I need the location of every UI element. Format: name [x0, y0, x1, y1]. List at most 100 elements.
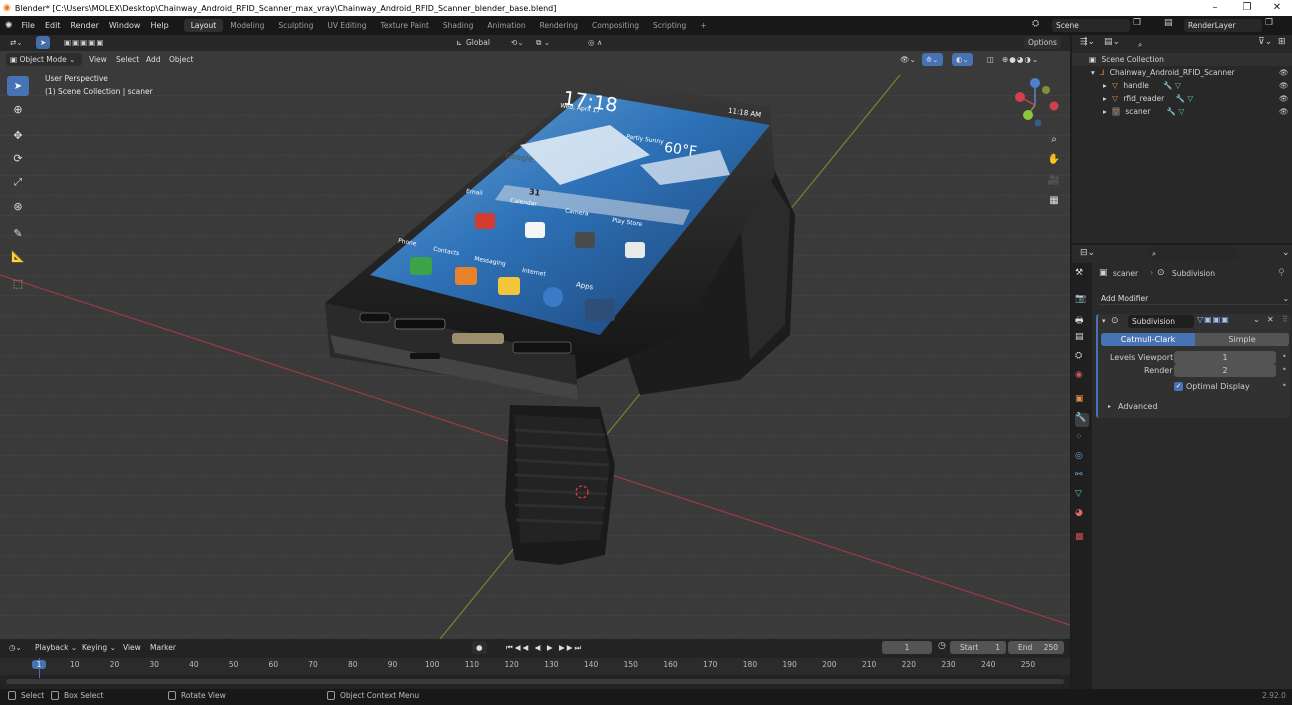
3d-viewport[interactable]: 17:18 11:18 AM Wed, April 17 Partly Sunn…: [0, 35, 1070, 639]
add-cube-tool[interactable]: ⬚: [7, 273, 29, 293]
proportional-edit-icon[interactable]: ◎ ∧: [584, 36, 606, 49]
tab-compositing[interactable]: Compositing: [585, 19, 646, 32]
minimize-button[interactable]: –: [1200, 0, 1230, 16]
menu-playback[interactable]: Playback ⌄: [31, 641, 81, 654]
modifier-toggles-icon[interactable]: ▽▣▣▣: [1197, 315, 1230, 324]
material-tab-icon[interactable]: ◕: [1075, 508, 1089, 522]
pin-icon[interactable]: ⚲: [1278, 268, 1285, 278]
new-scene-icon[interactable]: ❐: [1133, 18, 1141, 28]
scale-tool[interactable]: ⤢: [7, 172, 29, 192]
expand-chevron-icon[interactable]: ▸: [1103, 81, 1107, 90]
optimal-display-checkbox[interactable]: ✓: [1174, 382, 1183, 391]
hand-pan-icon[interactable]: ✋: [1044, 150, 1064, 170]
view-layer-selector[interactable]: RenderLayer: [1184, 19, 1262, 32]
new-collection-icon[interactable]: ⊞: [1278, 37, 1286, 47]
menu-file[interactable]: File: [17, 21, 40, 30]
drag-handle-icon[interactable]: ⠿: [1282, 315, 1288, 324]
visibility-icon[interactable]: 👁⌄: [896, 53, 920, 66]
view-layer-tab-icon[interactable]: ▤: [1075, 332, 1089, 346]
timeline-scrollbar[interactable]: [6, 679, 1064, 684]
menu-help[interactable]: Help: [145, 21, 173, 30]
clock-icon[interactable]: ◷: [938, 641, 946, 651]
menu-edit[interactable]: Edit: [40, 21, 66, 30]
editor-type-icon[interactable]: ⇄⌄: [6, 36, 27, 49]
render-tab-icon[interactable]: 📷: [1075, 294, 1089, 308]
visibility-eye-icon[interactable]: 👁: [1279, 66, 1289, 79]
output-tab-icon[interactable]: 🖶: [1075, 313, 1089, 327]
menu-view[interactable]: View: [85, 53, 111, 66]
modifier-name-input[interactable]: Subdivision: [1128, 315, 1194, 328]
tab-rendering[interactable]: Rendering: [533, 19, 585, 32]
render-layer-icon[interactable]: ▤: [1164, 18, 1173, 28]
keyframe-dot-icon[interactable]: •: [1282, 365, 1287, 374]
new-view-layer-icon[interactable]: ❐: [1265, 18, 1273, 28]
ortho-grid-icon[interactable]: ▦: [1044, 191, 1064, 211]
tab-uv-editing[interactable]: UV Editing: [320, 19, 373, 32]
menu-select[interactable]: Select: [112, 53, 143, 66]
measure-tool[interactable]: 📐: [7, 246, 29, 266]
restore-button[interactable]: ❐: [1232, 0, 1262, 16]
navigation-gizmo[interactable]: [1008, 75, 1062, 129]
remove-modifier-icon[interactable]: ✕: [1267, 315, 1274, 324]
menu-marker[interactable]: Marker: [146, 641, 180, 654]
zoom-icon[interactable]: ⌕: [1044, 130, 1064, 150]
viewport-canvas[interactable]: [0, 35, 1070, 639]
properties-search-input[interactable]: ⌕: [1148, 247, 1238, 260]
visibility-eye-icon[interactable]: 👁: [1279, 105, 1289, 118]
tab-animation[interactable]: Animation: [480, 19, 532, 32]
modifier-tab-icon[interactable]: 🔧: [1075, 413, 1089, 427]
menu-add[interactable]: Add: [142, 53, 165, 66]
record-keyframe-button[interactable]: ●: [472, 641, 487, 654]
selection-modes-icon[interactable]: ▣▣▣▣▣: [60, 36, 108, 49]
tab-texture-paint[interactable]: Texture Paint: [374, 19, 436, 32]
outliner-row-scene-collection[interactable]: ▣ Scene Collection: [1072, 53, 1292, 66]
tab-catmull-clark[interactable]: Catmull-Clark: [1101, 333, 1195, 346]
close-button[interactable]: ✕: [1262, 0, 1292, 16]
tab-simple[interactable]: Simple: [1195, 333, 1289, 346]
add-workspace-button[interactable]: +: [693, 19, 713, 32]
outliner-row-scaner[interactable]: ▸ ▽ scaner 🔧 ▽ 👁: [1072, 105, 1292, 118]
add-modifier-dropdown[interactable]: Add Modifier ⌄: [1097, 292, 1291, 305]
timeline-editor-icon[interactable]: ◷⌄: [5, 641, 26, 654]
outliner-search-input[interactable]: ⌕: [1134, 38, 1214, 51]
keyframe-dot-icon[interactable]: •: [1282, 381, 1287, 390]
transform-tool[interactable]: ⊛: [7, 196, 29, 216]
chevron-down-icon[interactable]: ⌄: [1282, 248, 1290, 258]
collapse-chevron-icon[interactable]: ▾: [1102, 317, 1106, 325]
start-frame-field[interactable]: Start 1: [950, 641, 1006, 654]
menu-keying[interactable]: Keying ⌄: [78, 641, 120, 654]
menu-object[interactable]: Object: [165, 53, 197, 66]
mode-selector[interactable]: ▣ Object Mode ⌄: [6, 53, 82, 66]
rotate-tool[interactable]: ⟳: [7, 148, 29, 168]
data-tab-icon[interactable]: ▽: [1075, 489, 1089, 503]
shading-modes-icon[interactable]: ⊕●◕◑⌄: [998, 53, 1043, 66]
properties-editor-icon[interactable]: ⊟⌄: [1080, 248, 1095, 258]
expand-chevron-icon[interactable]: ▸: [1103, 94, 1107, 103]
expand-chevron-icon[interactable]: ▸: [1103, 107, 1107, 116]
select-mode-icon[interactable]: ➤: [36, 36, 51, 49]
keyframe-dot-icon[interactable]: •: [1282, 352, 1287, 361]
annotate-tool[interactable]: ✎: [7, 223, 29, 243]
pivot-icon[interactable]: ⟲⌄: [507, 36, 528, 49]
visibility-eye-icon[interactable]: 👁: [1279, 92, 1289, 105]
gizmo-toggle-icon[interactable]: ⟰⌄: [922, 53, 943, 66]
outliner-row-handle[interactable]: ▸ ▽ handle 🔧 ▽ 👁: [1072, 79, 1292, 92]
tab-shading[interactable]: Shading: [436, 19, 480, 32]
tab-modeling[interactable]: Modeling: [223, 19, 271, 32]
world-tab-icon[interactable]: ◉: [1075, 370, 1089, 384]
tool-tab-icon[interactable]: ⚒: [1075, 268, 1089, 282]
move-tool[interactable]: ✥: [7, 125, 29, 145]
scene-selector[interactable]: Scene: [1052, 19, 1130, 32]
transform-orientation-select[interactable]: Global: [462, 36, 494, 49]
end-frame-field[interactable]: End 250: [1008, 641, 1064, 654]
tab-sculpting[interactable]: Sculpting: [271, 19, 320, 32]
menu-timeline-view[interactable]: View: [119, 641, 145, 654]
chevron-down-icon[interactable]: ⌄: [1253, 315, 1260, 324]
select-box-tool[interactable]: ➤: [7, 76, 29, 96]
visibility-eye-icon[interactable]: 👁: [1279, 79, 1289, 92]
camera-view-icon[interactable]: 🎥: [1044, 171, 1064, 191]
advanced-subpanel-label[interactable]: Advanced: [1118, 402, 1158, 411]
scene-icon[interactable]: ⛭: [1032, 19, 1039, 29]
levels-viewport-field[interactable]: 1: [1174, 351, 1276, 364]
playback-controls-icon[interactable]: ⏮◀◀ ◀ ▶ ▶▶⏭: [502, 641, 587, 654]
